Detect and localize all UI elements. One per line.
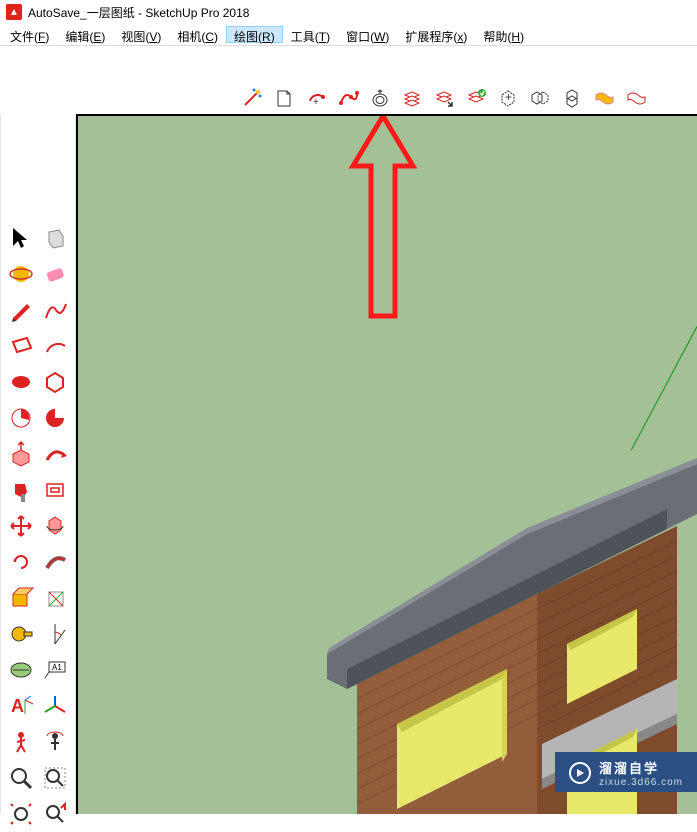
scale-icon[interactable] <box>39 546 71 578</box>
move-icon[interactable] <box>5 510 37 542</box>
pie2-icon[interactable] <box>39 402 71 434</box>
3dtext-icon[interactable]: A <box>5 690 37 722</box>
pie-icon[interactable] <box>5 402 37 434</box>
text-label-icon[interactable]: A1 <box>39 654 71 686</box>
select-arrow-icon[interactable] <box>5 222 37 254</box>
follow-icon[interactable] <box>39 438 71 470</box>
walk-icon[interactable] <box>5 726 37 758</box>
watermark-brand: 溜溜自学 <box>599 758 683 777</box>
protractor-icon[interactable] <box>39 618 71 650</box>
zoom-extents-icon[interactable] <box>5 798 37 830</box>
freehand-icon[interactable] <box>39 294 71 326</box>
title-bar: AutoSave_一层图纸 - SketchUp Pro 2018 <box>0 0 697 24</box>
eraser-icon[interactable] <box>39 258 71 290</box>
polygon-icon[interactable] <box>39 366 71 398</box>
stack-check-icon[interactable] <box>463 85 489 111</box>
tape-icon[interactable] <box>5 618 37 650</box>
menu-v[interactable]: 视图(V) <box>113 26 169 43</box>
menu-e[interactable]: 编辑(E) <box>57 26 113 43</box>
section-icon[interactable] <box>5 582 37 614</box>
window-title: AutoSave_一层图纸 - SketchUp Pro 2018 <box>28 4 249 21</box>
bezier-icon[interactable] <box>335 85 361 111</box>
annotation-arrow <box>343 114 423 346</box>
previous-icon[interactable] <box>39 798 71 830</box>
main-area: A1 A <box>0 114 697 814</box>
top-toolbar: + + <box>235 82 697 114</box>
arc-redo-icon[interactable]: + <box>303 85 329 111</box>
rectangle-icon[interactable] <box>5 330 37 362</box>
menu-f[interactable]: 文件(F) <box>2 26 57 43</box>
hex-stack-icon[interactable] <box>559 85 585 111</box>
stack-icon[interactable] <box>399 85 425 111</box>
zoom-window-icon[interactable] <box>39 762 71 794</box>
cube-select-icon[interactable] <box>39 222 71 254</box>
axes3d-icon[interactable] <box>39 690 71 722</box>
svg-text:+: + <box>505 90 512 104</box>
pushpull-icon[interactable] <box>5 438 37 470</box>
menu-h[interactable]: 帮助(H) <box>475 26 532 43</box>
paint-icon[interactable] <box>5 474 37 506</box>
axes-icon[interactable] <box>39 582 71 614</box>
lookaround-icon[interactable] <box>39 726 71 758</box>
page-icon[interactable] <box>271 85 297 111</box>
left-toolbar: A1 A <box>0 114 76 814</box>
hex-plus-icon[interactable]: + <box>495 85 521 111</box>
onion-icon[interactable] <box>367 85 393 111</box>
ribbon-icon[interactable] <box>591 85 617 111</box>
circle-icon[interactable] <box>5 366 37 398</box>
stack-arrow-icon[interactable] <box>431 85 457 111</box>
rotate3d-icon[interactable] <box>39 510 71 542</box>
menu-w[interactable]: 窗口(W) <box>338 26 397 43</box>
ribbon-open-icon[interactable] <box>623 85 649 111</box>
watermark-badge: 溜溜自学 zixue.3d66.com <box>555 752 697 792</box>
blank-toolbar-area <box>0 46 697 82</box>
dimension-icon[interactable] <box>5 654 37 686</box>
play-icon <box>569 762 591 784</box>
orbit-icon[interactable] <box>5 258 37 290</box>
arc-icon[interactable] <box>39 330 71 362</box>
app-icon <box>6 4 22 20</box>
3d-viewport[interactable]: 溜溜自学 zixue.3d66.com <box>76 114 697 814</box>
menu-r[interactable]: 绘图(R) <box>226 26 283 43</box>
pencil-icon[interactable] <box>5 294 37 326</box>
rotate-icon[interactable] <box>5 546 37 578</box>
svg-text:A1: A1 <box>52 663 62 672</box>
building-model <box>287 384 697 814</box>
menu-c[interactable]: 相机(C) <box>169 26 226 43</box>
watermark-url: zixue.3d66.com <box>599 777 683 788</box>
wand-icon[interactable] <box>239 85 265 111</box>
svg-text:A: A <box>11 696 24 716</box>
menu-bar: 文件(F)编辑(E)视图(V)相机(C)绘图(R)工具(T)窗口(W)扩展程序(… <box>0 24 697 46</box>
offset-icon[interactable] <box>39 474 71 506</box>
svg-text:+: + <box>313 97 319 108</box>
menu-t[interactable]: 工具(T) <box>283 26 338 43</box>
menu-x[interactable]: 扩展程序(x) <box>397 26 475 43</box>
hex-pair-icon[interactable] <box>527 85 553 111</box>
zoom-icon[interactable] <box>5 762 37 794</box>
